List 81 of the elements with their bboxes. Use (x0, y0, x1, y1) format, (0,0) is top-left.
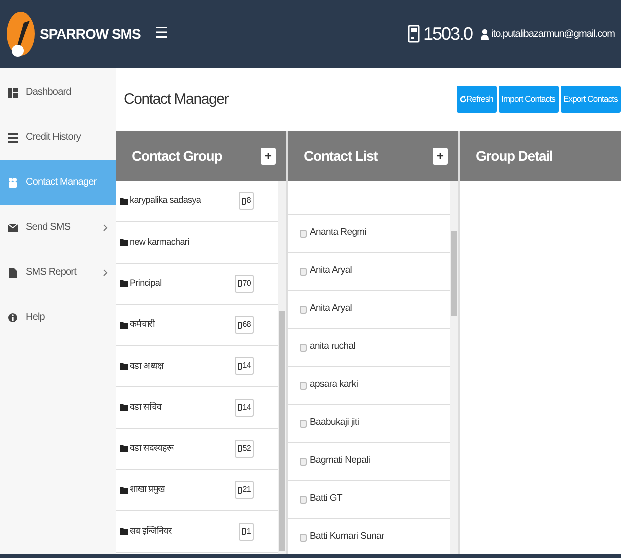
member-count: 14 (234, 357, 254, 376)
group-name: Principal (130, 276, 163, 290)
group-name: वडा अध्यक्ष (130, 360, 166, 373)
folder-icon (120, 198, 128, 205)
checkbox[interactable] (300, 306, 307, 314)
phone-icon (238, 322, 242, 329)
folder-icon (120, 486, 128, 494)
member-count: 68 (234, 316, 254, 334)
phone-icon (242, 528, 246, 536)
checkbox[interactable] (300, 344, 307, 352)
sparrow-logo-icon (6, 9, 36, 59)
credit-balance: 1503.0 (424, 22, 473, 46)
info-icon (8, 312, 18, 322)
phone-icon (238, 404, 242, 412)
folder-icon (120, 280, 128, 288)
group-name: new karmachari (130, 236, 190, 249)
checkbox[interactable] (300, 230, 307, 238)
sidebar-item[interactable]: Dashboard (0, 70, 116, 115)
panel-title: Contact Group (132, 146, 222, 166)
user-email[interactable]: ito.putalibazarmun@gmail.com (492, 26, 615, 42)
chevron-right-icon (103, 268, 108, 276)
add-button[interactable]: + (433, 148, 448, 164)
contact-name: apsara karki (310, 378, 358, 392)
member-count: 21 (234, 481, 254, 500)
contact-name: Ananta Regmi (310, 226, 367, 240)
page-title: Contact Manager (124, 90, 229, 108)
scrollbar[interactable] (450, 181, 458, 554)
contact-name: Bagmati Nepali (310, 454, 370, 468)
sidebar-item[interactable]: Help (0, 295, 116, 340)
folder-icon (120, 404, 128, 412)
contact-name: Anita Aryal (310, 264, 352, 278)
checkbox[interactable] (300, 534, 307, 542)
user-icon (480, 28, 489, 40)
contact-name: Batti GT (310, 492, 342, 506)
dashboard-icon (8, 88, 18, 98)
folder-icon (120, 362, 128, 370)
checkbox[interactable] (300, 382, 307, 390)
refresh-icon (460, 96, 467, 104)
group-name: कर्मचारी (130, 318, 156, 332)
sidebar-item[interactable]: SMS Report (0, 250, 116, 295)
group-name: शाखा प्रमुख (130, 483, 166, 496)
phone-icon (242, 198, 246, 205)
checkbox[interactable] (300, 496, 307, 504)
phone-icon (238, 362, 242, 370)
chevron-right-icon (103, 224, 108, 232)
brand-name: SPARROW SMS (40, 24, 141, 44)
folder-icon (120, 238, 128, 246)
member-count: 52 (234, 440, 254, 458)
folder-icon (120, 445, 128, 452)
calculator-icon (408, 25, 420, 43)
panel-title: Contact List (304, 146, 378, 166)
checkbox[interactable] (300, 420, 307, 428)
group-name: karypalika sadasya (130, 194, 202, 208)
phone-icon (238, 280, 242, 288)
add-button[interactable]: + (261, 148, 276, 164)
list-icon (8, 132, 18, 142)
people-icon (8, 178, 18, 188)
menu-icon[interactable]: ☰ (154, 22, 168, 46)
group-name: वडा सचिव (130, 400, 164, 414)
sidebar-item[interactable]: Credit History (0, 115, 116, 160)
folder-icon (120, 528, 128, 536)
group-name: वडा सदस्यहरू (130, 442, 176, 456)
phone-icon (238, 445, 242, 452)
member-count: 1 (238, 522, 254, 541)
contact-name: Baabukaji jiti (310, 416, 360, 430)
checkbox[interactable] (300, 458, 307, 466)
contact-name: Anita Aryal (310, 302, 352, 316)
folder-icon (120, 322, 128, 329)
envelope-icon (8, 222, 18, 232)
contact-name: Batti Kumari Sunar (310, 530, 384, 544)
member-count: 8 (238, 192, 254, 210)
sidebar-item[interactable]: Send SMS (0, 205, 116, 250)
member-count: 14 (234, 398, 254, 417)
file-icon (8, 268, 18, 278)
panel-title: Group Detail (476, 146, 553, 166)
phone-icon (238, 486, 242, 494)
group-name: सब इन्जिनियर (130, 524, 174, 538)
contact-name: anita ruchal (310, 340, 356, 354)
member-count: 70 (234, 274, 254, 293)
scrollbar[interactable] (278, 181, 286, 554)
checkbox[interactable] (300, 268, 307, 276)
